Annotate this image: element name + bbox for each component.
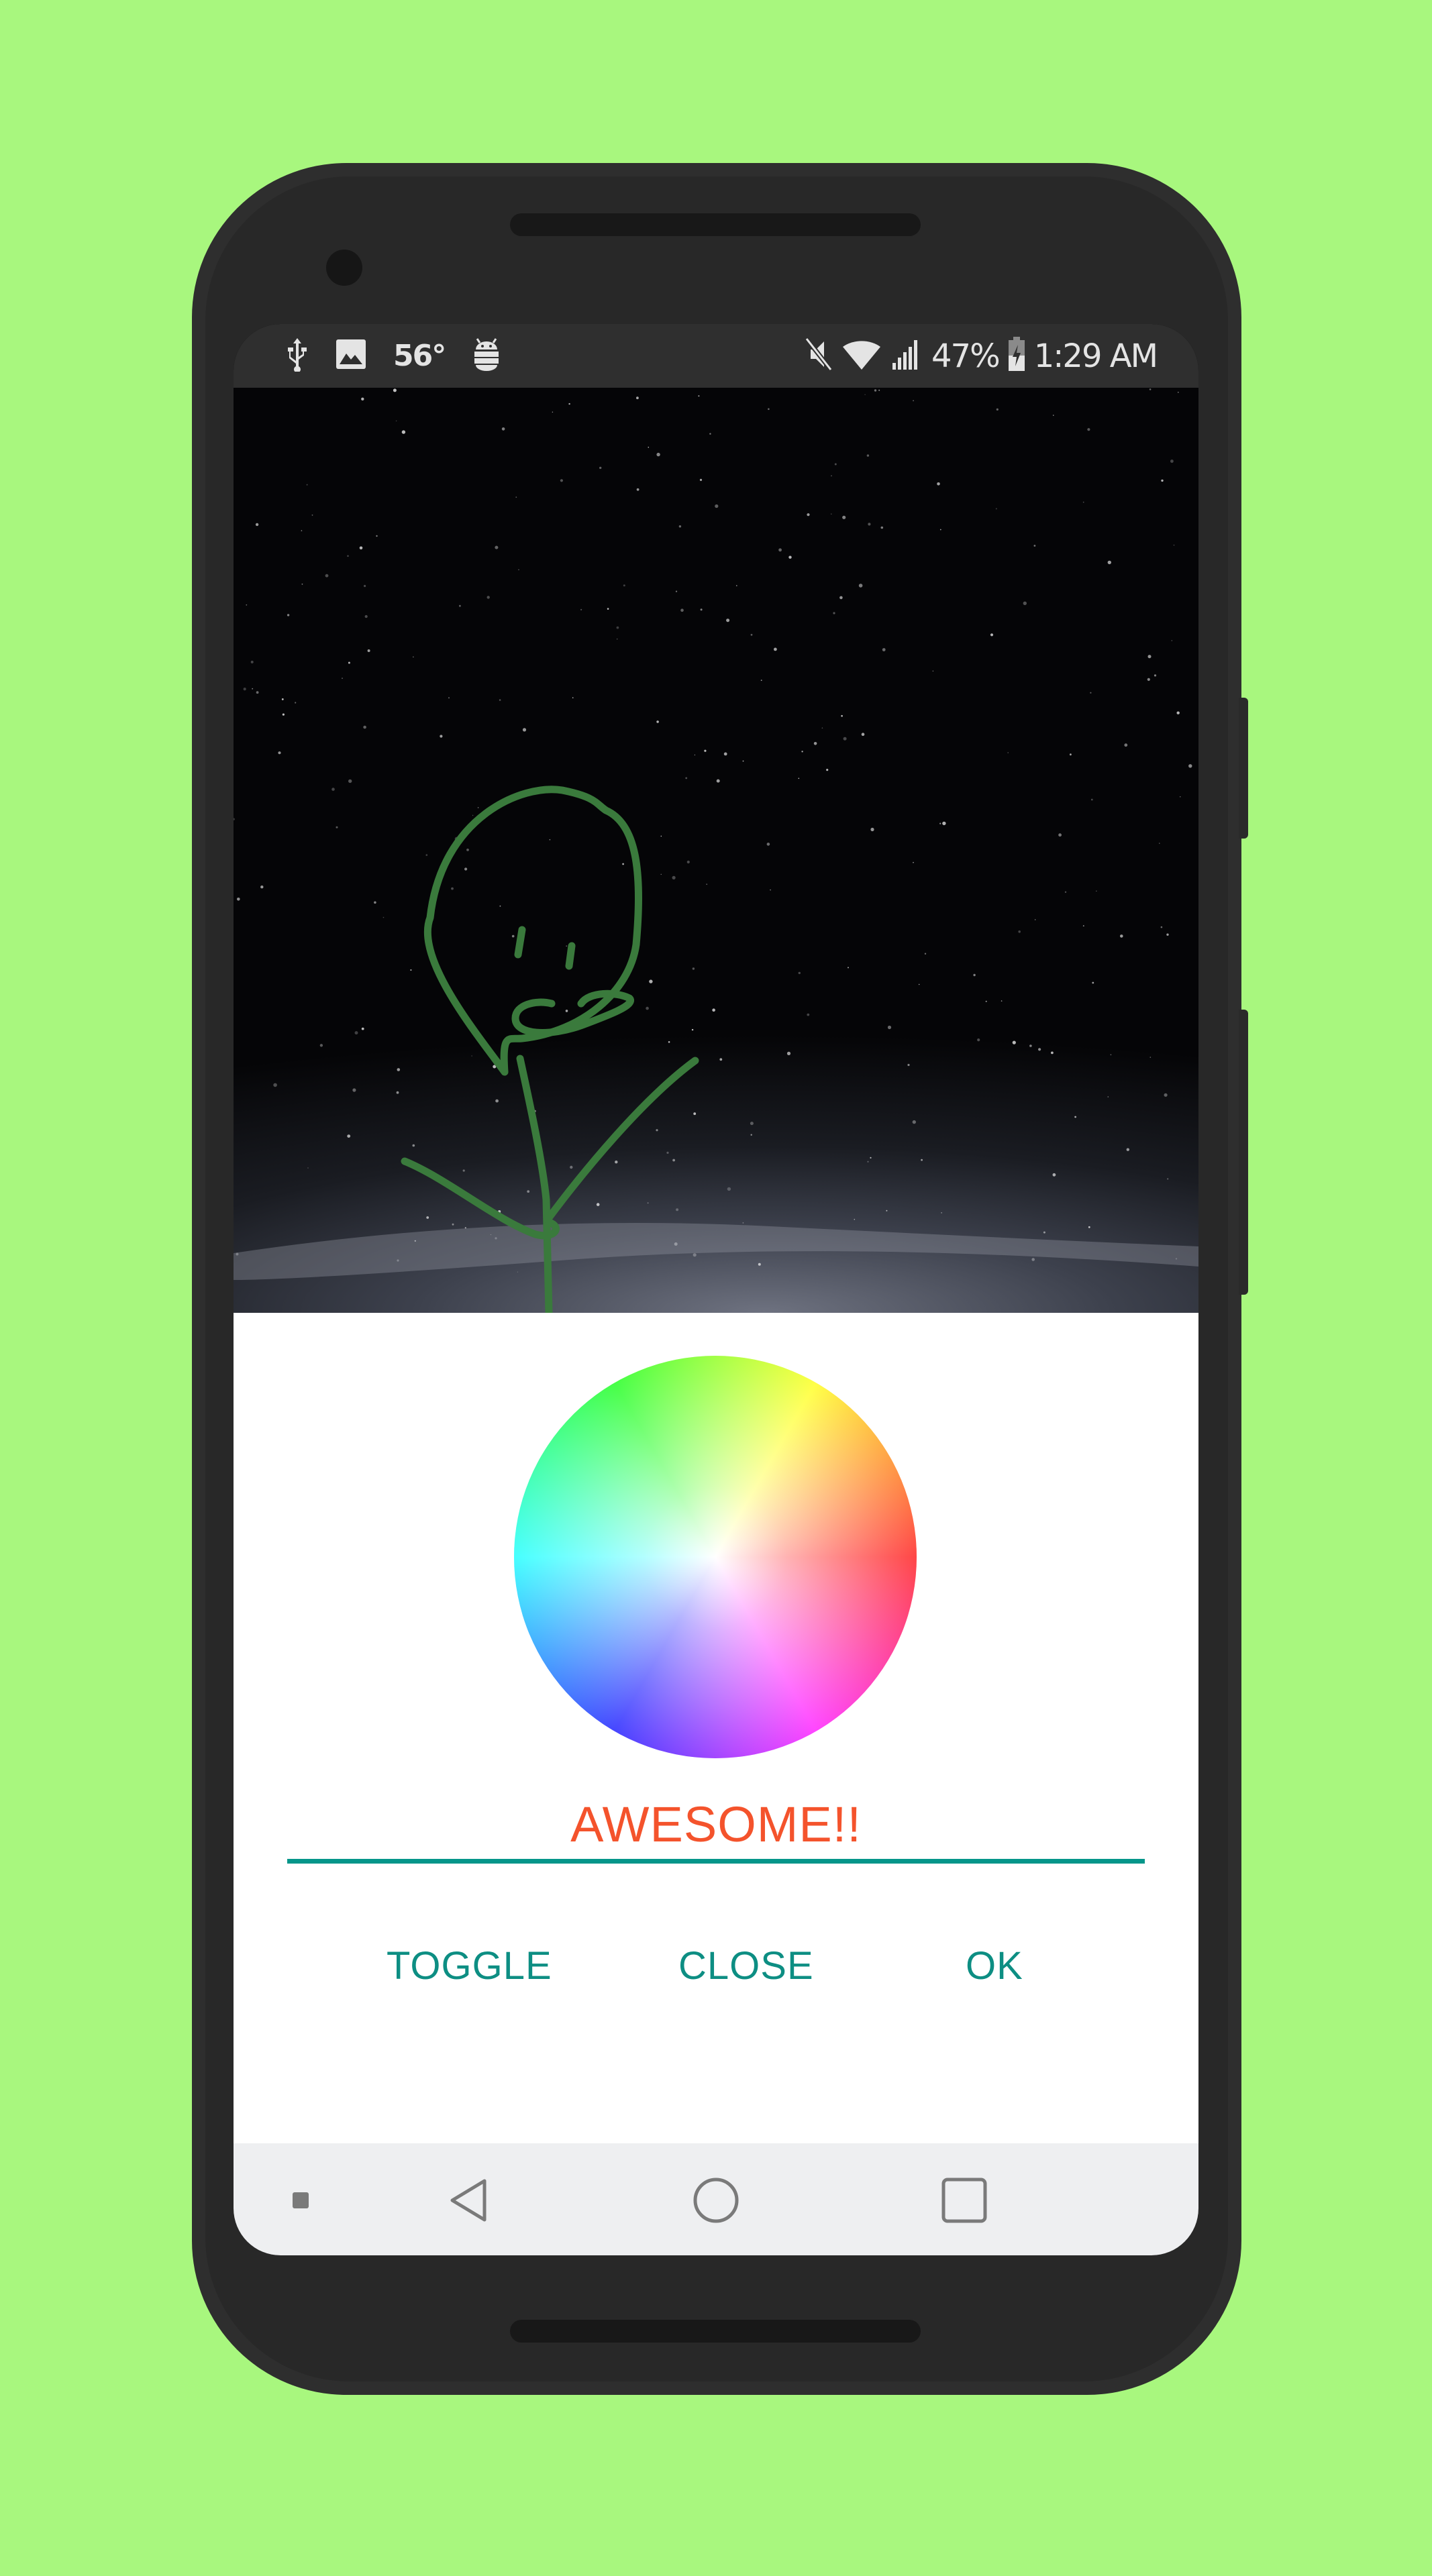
back-icon[interactable] <box>446 2177 493 2224</box>
color-name-input[interactable]: AWESOME!! <box>287 1796 1145 1864</box>
top-speaker <box>510 213 921 236</box>
home-icon[interactable] <box>693 2177 739 2224</box>
battery-charging-icon <box>1007 337 1026 375</box>
toggle-button[interactable]: TOGGLE <box>387 1943 552 1988</box>
volume-button <box>1239 1010 1248 1295</box>
overflow-dot-icon[interactable] <box>293 2192 309 2208</box>
image-icon <box>336 339 366 373</box>
ok-button[interactable]: OK <box>966 1943 1023 1988</box>
color-wheel[interactable] <box>514 1356 917 1758</box>
mouth-stroke <box>511 989 635 1036</box>
stick-figure-drawing <box>401 786 699 1313</box>
usb-icon <box>286 337 309 375</box>
bottom-speaker <box>510 2320 921 2343</box>
mute-icon <box>804 337 833 374</box>
navigation-bar <box>234 2143 1198 2255</box>
battery-percent: 47% <box>931 337 1001 375</box>
temperature: 56° <box>393 339 446 373</box>
close-button[interactable]: CLOSE <box>678 1943 814 1988</box>
color-picker-dialog: AWESOME!! TOGGLE CLOSE OK <box>234 1313 1198 2143</box>
screen: 56° 47% 1:29 AM AWESOME!! TOGGLE CLOSE O… <box>234 324 1198 2255</box>
right-eye-stroke <box>565 942 576 970</box>
clock: 1:29 AM <box>1033 337 1158 375</box>
wifi-icon <box>841 337 882 374</box>
right-arm-stroke <box>544 1057 699 1224</box>
left-arm-stroke <box>401 1157 560 1240</box>
input-underline <box>287 1859 1145 1864</box>
android-debug-icon <box>472 337 501 374</box>
recents-icon[interactable] <box>941 2177 988 2224</box>
status-bar: 56° 47% 1:29 AM <box>234 324 1198 388</box>
left-eye-stroke <box>514 926 526 959</box>
body-stroke <box>516 1055 553 1313</box>
color-name-value[interactable]: AWESOME!! <box>287 1796 1145 1853</box>
canvas-photo[interactable] <box>234 388 1198 1313</box>
cell-signal-icon <box>890 337 923 374</box>
power-button <box>1239 698 1248 839</box>
front-camera <box>326 250 362 286</box>
